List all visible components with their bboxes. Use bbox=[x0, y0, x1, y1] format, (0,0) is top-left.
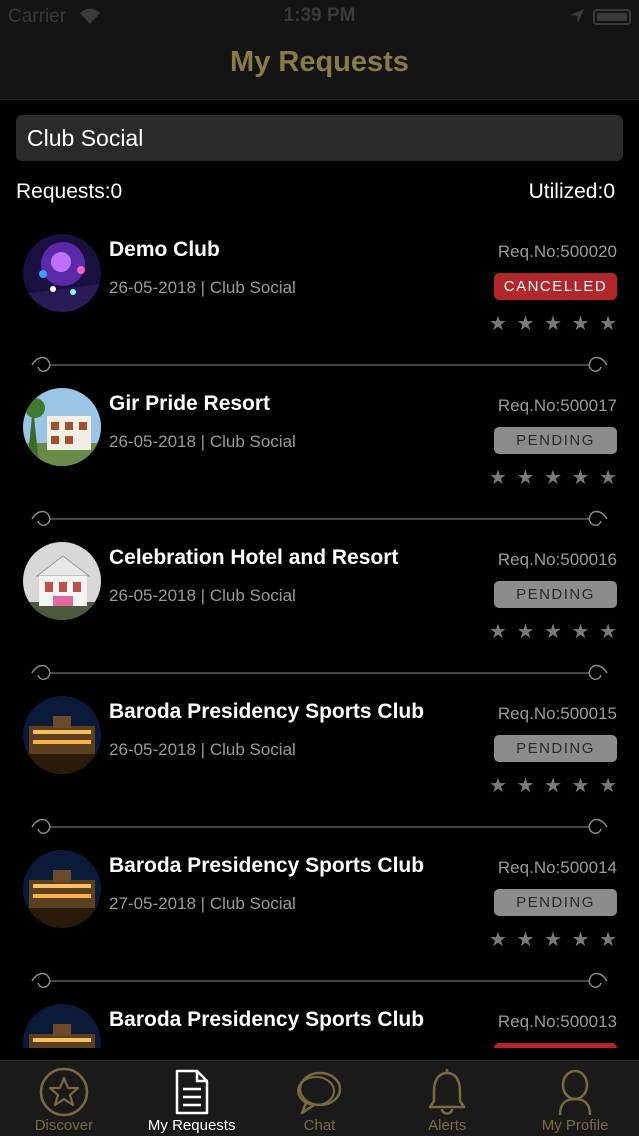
request-meta: 27-05-2018 | Club Social bbox=[109, 894, 296, 913]
club-name: Baroda Presidency Sports Club bbox=[109, 1008, 425, 1031]
star-icon[interactable]: ★ bbox=[544, 621, 562, 643]
club-thumbnail bbox=[23, 388, 101, 466]
star-icon[interactable]: ★ bbox=[489, 313, 507, 335]
star-icon[interactable]: ★ bbox=[489, 621, 507, 643]
tab-label: My Requests bbox=[147, 1117, 236, 1134]
status-badge: CANCELLED bbox=[494, 273, 617, 300]
star-icon[interactable]: ★ bbox=[544, 775, 562, 797]
club-thumbnail bbox=[23, 542, 101, 620]
star-icon[interactable]: ★ bbox=[544, 467, 562, 489]
request-number: Req.No:500013 bbox=[497, 1012, 617, 1031]
document-icon bbox=[167, 1067, 217, 1122]
navigation-bar: My Requests bbox=[0, 34, 639, 100]
status-badge: PENDING bbox=[494, 735, 617, 762]
status-badge: PENDING bbox=[494, 581, 617, 608]
club-thumbnail bbox=[23, 850, 101, 928]
ornamental-divider bbox=[31, 818, 608, 834]
request-row[interactable]: Demo Club 26-05-2018 | Club Social Req.N… bbox=[0, 225, 639, 379]
requests-count: Requests:0 bbox=[16, 180, 123, 203]
tab-label: Alerts bbox=[428, 1117, 467, 1134]
ornamental-divider bbox=[31, 972, 608, 988]
star-icon[interactable]: ★ bbox=[572, 621, 590, 643]
request-row[interactable]: Baroda Presidency Sports Club 27-05-2018… bbox=[0, 841, 639, 995]
ornamental-divider bbox=[31, 664, 608, 680]
request-row[interactable]: Baroda Presidency Sports Club 26-05-2018… bbox=[0, 687, 639, 841]
request-meta: 26-05-2018 | Club Social bbox=[109, 586, 296, 605]
star-icon[interactable]: ★ bbox=[489, 775, 507, 797]
club-name: Baroda Presidency Sports Club bbox=[109, 854, 425, 877]
star-icon[interactable]: ★ bbox=[599, 313, 617, 335]
tab-my-requests[interactable]: My Requests bbox=[128, 1061, 256, 1136]
clock: 1:39 PM bbox=[283, 5, 356, 26]
bell-icon bbox=[422, 1067, 472, 1122]
tab-chat[interactable]: Chat bbox=[256, 1061, 384, 1136]
request-number: Req.No:500015 bbox=[497, 704, 617, 723]
utilized-count: Utilized:0 bbox=[528, 180, 615, 203]
star-icon[interactable]: ★ bbox=[599, 929, 617, 951]
request-list[interactable]: Demo Club 26-05-2018 | Club Social Req.N… bbox=[0, 225, 639, 1048]
star-icon[interactable]: ★ bbox=[544, 929, 562, 951]
club-name: Baroda Presidency Sports Club bbox=[109, 700, 425, 723]
rating-stars[interactable]: ★ ★ ★ ★ ★ bbox=[489, 621, 617, 643]
star-icon[interactable]: ★ bbox=[517, 621, 535, 643]
star-icon[interactable]: ★ bbox=[517, 313, 535, 335]
category-filter[interactable]: Club Social bbox=[16, 115, 623, 161]
request-number: Req.No:500020 bbox=[497, 242, 617, 261]
star-icon[interactable]: ★ bbox=[489, 467, 507, 489]
rating-stars[interactable]: ★ ★ ★ ★ ★ bbox=[489, 313, 617, 335]
status-badge: PENDING bbox=[494, 889, 617, 916]
status-badge: PENDING bbox=[494, 427, 617, 454]
request-number: Req.No:500017 bbox=[497, 396, 617, 415]
tab-bar: Discover My Requests Chat Alerts My Prof… bbox=[0, 1060, 639, 1136]
star-icon[interactable]: ★ bbox=[599, 775, 617, 797]
star-icon[interactable]: ★ bbox=[572, 313, 590, 335]
tab-alerts[interactable]: Alerts bbox=[383, 1061, 511, 1136]
request-number: Req.No:500016 bbox=[497, 550, 617, 569]
tab-discover[interactable]: Discover bbox=[0, 1061, 128, 1136]
rating-stars[interactable]: ★ ★ ★ ★ ★ bbox=[489, 467, 617, 489]
status-bar: Carrier 1:39 PM bbox=[0, 0, 639, 34]
status-badge bbox=[494, 1043, 617, 1048]
request-row[interactable]: Baroda Presidency Sports Club Req.No:500… bbox=[0, 995, 639, 1048]
star-circle-icon bbox=[39, 1067, 89, 1122]
ornamental-divider bbox=[31, 356, 608, 372]
star-icon[interactable]: ★ bbox=[599, 467, 617, 489]
request-summary: Requests:0 Utilized:0 bbox=[16, 180, 615, 206]
star-icon[interactable]: ★ bbox=[572, 467, 590, 489]
location-arrow-icon bbox=[569, 8, 585, 29]
club-name: Demo Club bbox=[109, 238, 220, 261]
tab-label: Chat bbox=[303, 1117, 336, 1134]
request-meta: 26-05-2018 | Club Social bbox=[109, 740, 296, 759]
club-name: Gir Pride Resort bbox=[109, 392, 271, 415]
profile-icon bbox=[550, 1067, 600, 1122]
category-filter-value: Club Social bbox=[27, 125, 144, 151]
tab-my-profile[interactable]: My Profile bbox=[511, 1061, 639, 1136]
star-icon[interactable]: ★ bbox=[517, 775, 535, 797]
battery-icon bbox=[593, 9, 631, 25]
club-name: Celebration Hotel and Resort bbox=[109, 546, 399, 569]
star-icon[interactable]: ★ bbox=[489, 929, 507, 951]
rating-stars[interactable]: ★ ★ ★ ★ ★ bbox=[489, 775, 617, 797]
request-row[interactable]: Gir Pride Resort 26-05-2018 | Club Socia… bbox=[0, 379, 639, 533]
star-icon[interactable]: ★ bbox=[572, 775, 590, 797]
rating-stars[interactable]: ★ ★ ★ ★ ★ bbox=[489, 929, 617, 951]
chat-bubble-icon bbox=[294, 1067, 344, 1122]
tab-label: Discover bbox=[34, 1117, 94, 1134]
page-title: My Requests bbox=[230, 46, 409, 78]
request-number: Req.No:500014 bbox=[497, 858, 617, 877]
ornamental-divider bbox=[31, 510, 608, 526]
club-thumbnail bbox=[23, 1004, 101, 1048]
request-meta: 26-05-2018 | Club Social bbox=[109, 278, 296, 297]
club-thumbnail bbox=[23, 696, 101, 774]
request-meta: 26-05-2018 | Club Social bbox=[109, 432, 296, 451]
star-icon[interactable]: ★ bbox=[572, 929, 590, 951]
club-thumbnail bbox=[23, 234, 101, 312]
tab-label: My Profile bbox=[541, 1117, 609, 1134]
star-icon[interactable]: ★ bbox=[517, 467, 535, 489]
star-icon[interactable]: ★ bbox=[517, 929, 535, 951]
request-row[interactable]: Celebration Hotel and Resort 26-05-2018 … bbox=[0, 533, 639, 687]
star-icon[interactable]: ★ bbox=[544, 313, 562, 335]
star-icon[interactable]: ★ bbox=[599, 621, 617, 643]
